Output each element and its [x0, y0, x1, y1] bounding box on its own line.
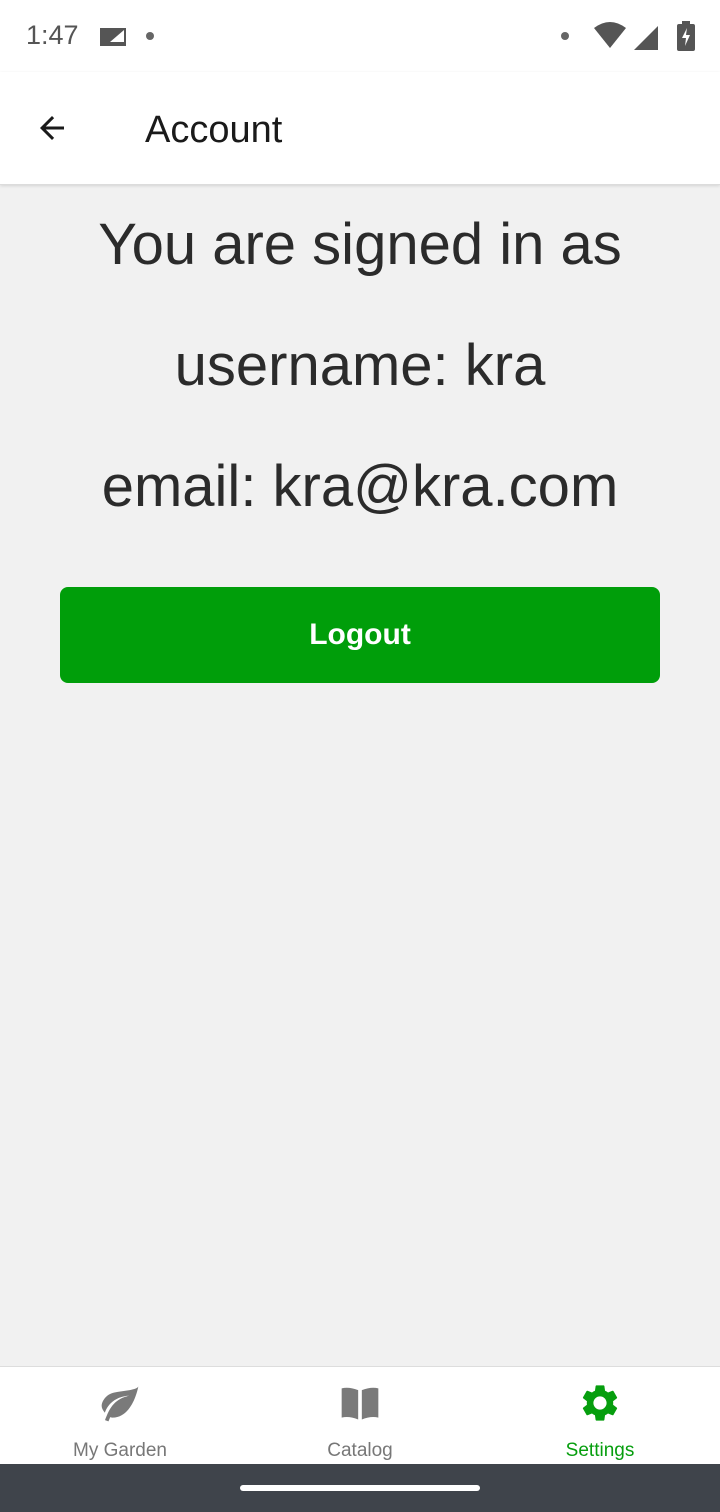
nav-item-catalog[interactable]: Catalog: [240, 1367, 480, 1465]
back-button[interactable]: [22, 100, 82, 156]
nav-label: Settings: [565, 1440, 635, 1461]
nav-label: My Garden: [73, 1440, 167, 1461]
notification-dot-icon: [146, 32, 154, 40]
signed-in-text: You are signed in as: [98, 212, 622, 277]
wifi-icon: [594, 22, 626, 48]
battery-charging-icon: [677, 21, 695, 51]
sim-card-icon: [100, 28, 126, 46]
book-icon: [341, 1387, 379, 1420]
nav-item-my-garden[interactable]: My Garden: [0, 1367, 240, 1465]
nav-label: Catalog: [327, 1440, 393, 1461]
arrow-back-icon: [40, 116, 64, 140]
username-text: username: kra: [174, 333, 546, 398]
status-time: 1:47: [26, 20, 79, 50]
app-bar: Account: [0, 72, 720, 185]
page-title: Account: [145, 109, 283, 151]
nav-item-settings[interactable]: Settings: [480, 1367, 720, 1465]
email-text: email: kra@kra.com: [101, 454, 619, 519]
logout-button[interactable]: Logout: [60, 587, 660, 683]
notification-dot-icon: [561, 32, 569, 40]
leaf-icon: [101, 1386, 139, 1422]
cell-signal-icon: [634, 26, 658, 50]
system-navigation-bar: [0, 1464, 720, 1512]
home-gesture-handle[interactable]: [240, 1485, 480, 1491]
bottom-navigation: My Garden Catalog Settings: [0, 1366, 720, 1465]
gear-icon: [582, 1385, 618, 1421]
status-bar: 1:47: [0, 0, 720, 72]
